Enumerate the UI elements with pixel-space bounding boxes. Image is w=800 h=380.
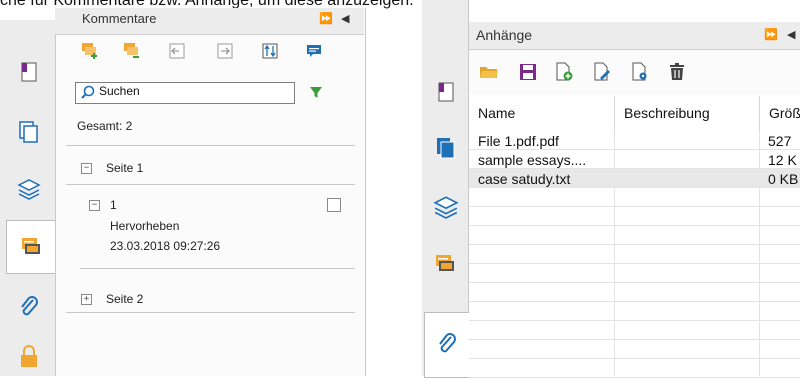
divider xyxy=(80,268,355,269)
comment-checkbox[interactable] xyxy=(327,198,341,212)
collapse-panel-button[interactable]: ◀ xyxy=(787,28,795,41)
empty-row xyxy=(469,207,800,226)
tab-bookmarks[interactable] xyxy=(4,48,54,96)
pages-icon xyxy=(437,138,455,159)
tab-pages[interactable] xyxy=(4,108,54,156)
file-size: 0 KB xyxy=(768,171,799,187)
comment-icon xyxy=(436,255,454,271)
comment-type: Hervorheben xyxy=(110,219,180,233)
comment-number: 1 xyxy=(110,198,117,212)
tab-comments[interactable] xyxy=(6,220,56,274)
note-icon[interactable] xyxy=(305,42,323,60)
expand-panel-button[interactable]: ⏩ xyxy=(764,28,778,41)
settings-file-icon[interactable] xyxy=(630,62,650,82)
tab-pages[interactable] xyxy=(424,124,468,172)
page-1-label: Seite 1 xyxy=(106,161,144,175)
column-header-name[interactable]: Name xyxy=(469,96,615,130)
lock-icon xyxy=(21,345,37,367)
delete-icon[interactable] xyxy=(667,62,687,82)
divider xyxy=(66,184,355,185)
empty-row xyxy=(469,245,800,264)
panel-title: Kommentare xyxy=(82,11,157,26)
empty-row xyxy=(469,283,800,302)
tab-attachments[interactable] xyxy=(4,284,54,332)
column-header-size[interactable]: Größe xyxy=(760,96,800,130)
filter-icon[interactable] xyxy=(308,84,324,100)
file-size: 527 xyxy=(768,133,792,149)
empty-row xyxy=(469,340,800,359)
empty-row xyxy=(469,359,800,378)
tab-security[interactable] xyxy=(4,332,54,380)
comment-timestamp: 23.03.2018 09:27:26 xyxy=(110,239,221,253)
empty-row xyxy=(469,321,800,340)
file-name: case satudy.txt xyxy=(478,171,571,187)
empty-row xyxy=(469,264,800,283)
total-count: Gesamt: 2 xyxy=(77,119,133,133)
tab-bookmarks[interactable] xyxy=(424,68,468,116)
comment-icon xyxy=(21,238,40,254)
collapse-icon[interactable] xyxy=(168,42,186,60)
search-placeholder: Suchen xyxy=(99,84,140,98)
column-header-description[interactable]: Beschreibung xyxy=(615,96,760,130)
tab-layers[interactable] xyxy=(424,182,468,230)
empty-row xyxy=(469,226,800,245)
empty-row xyxy=(469,188,800,207)
add-comment-icon[interactable] xyxy=(81,42,99,60)
search-icon xyxy=(81,85,95,99)
edit-description-icon[interactable] xyxy=(592,62,612,82)
attachment-icon xyxy=(439,333,456,353)
layers-icon xyxy=(17,179,41,200)
comment-1-expander[interactable]: − xyxy=(89,200,100,211)
attachment-icon xyxy=(21,296,38,316)
bookmark-icon xyxy=(21,62,37,82)
remove-comment-icon[interactable] xyxy=(123,42,141,60)
open-folder-icon[interactable] xyxy=(479,62,499,82)
sort-icon[interactable] xyxy=(261,42,279,60)
add-file-icon[interactable] xyxy=(554,62,574,82)
tab-comments[interactable] xyxy=(424,240,468,288)
pages-icon xyxy=(19,121,38,143)
file-name: File 1.pdf.pdf xyxy=(478,133,559,149)
layers-icon xyxy=(433,196,459,219)
file-size: 12 K xyxy=(768,152,797,168)
divider xyxy=(66,145,355,146)
file-name: sample essays.... xyxy=(478,152,587,168)
tab-layers[interactable] xyxy=(4,164,54,212)
expand-icon[interactable] xyxy=(216,42,234,60)
collapse-panel-button[interactable]: ◀ xyxy=(341,12,349,25)
panel-title: Anhänge xyxy=(476,27,533,43)
comments-panel xyxy=(55,8,366,376)
expand-panel-button[interactable]: ⏩ xyxy=(319,12,333,25)
save-icon[interactable] xyxy=(518,62,538,82)
page-1-expander[interactable]: − xyxy=(81,163,92,174)
page-2-label: Seite 2 xyxy=(106,292,144,306)
page-2-expander[interactable]: + xyxy=(81,294,92,305)
tab-attachments[interactable] xyxy=(424,312,469,378)
divider xyxy=(66,312,355,313)
bookmark-icon xyxy=(438,82,454,102)
empty-row xyxy=(469,302,800,321)
